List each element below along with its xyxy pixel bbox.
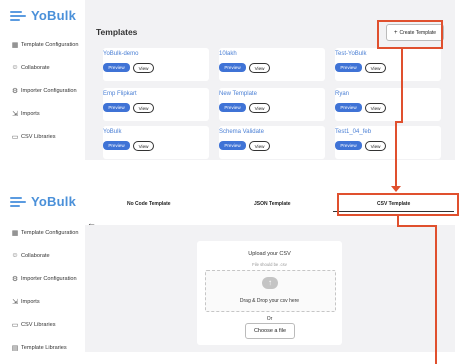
grid-icon: ▦	[11, 42, 19, 49]
sidebar-item-template-configuration[interactable]: ▦ Template Configuration	[11, 229, 79, 237]
view-button[interactable]: View	[249, 103, 270, 113]
template-card: Ryan Preview View	[335, 88, 441, 121]
preview-button[interactable]: Preview	[219, 103, 246, 112]
upload-arrow-icon: ↑	[268, 278, 272, 287]
arrow-head-icon	[391, 186, 401, 192]
template-name[interactable]: 10lakh	[219, 51, 237, 57]
template-name[interactable]: Emp Flipkart	[103, 91, 137, 97]
preview-button[interactable]: Preview	[335, 63, 362, 72]
library-icon: ▤	[11, 345, 19, 352]
sidebar-item-label: Template Libraries	[21, 345, 67, 351]
sidebar-item-importer-configuration[interactable]: ⚙ Importer Configuration	[11, 87, 77, 95]
page-title: Templates	[96, 27, 138, 37]
template-card: YoBulk Preview View	[103, 126, 209, 159]
template-card: Test-YoBulk Preview View	[335, 48, 441, 81]
preview-button[interactable]: Preview	[219, 141, 246, 150]
sidebar-item-csv-libraries[interactable]: ▭ CSV Libraries	[11, 133, 56, 141]
sidebar-item-imports[interactable]: ⇲ Imports	[11, 110, 40, 118]
folder-icon: ▭	[11, 322, 19, 329]
connector-line	[401, 49, 403, 122]
users-icon: ☺	[11, 252, 19, 259]
template-name[interactable]: Ryan	[335, 91, 349, 97]
grid-icon: ▦	[11, 230, 19, 237]
template-card: 10lakh Preview View	[219, 48, 325, 81]
view-button[interactable]: View	[133, 141, 154, 151]
brand-name: YoBulk	[31, 8, 77, 23]
sidebar-item-csv-libraries[interactable]: ▭ CSV Libraries	[11, 321, 56, 329]
connector-line	[397, 225, 437, 227]
logo-mark-icon	[10, 196, 28, 208]
upload-subtitle: File should be .csv	[252, 262, 287, 267]
template-name[interactable]: Schema Validate	[219, 129, 264, 135]
connector-line	[395, 121, 397, 189]
view-button[interactable]: View	[249, 141, 270, 151]
template-name[interactable]: Test1_04_feb	[335, 129, 371, 135]
template-card: New Template Preview View	[219, 88, 325, 121]
view-button[interactable]: View	[365, 63, 386, 73]
import-icon: ⇲	[12, 111, 18, 118]
template-name[interactable]: YoBulk	[103, 129, 121, 135]
brand-name: YoBulk	[31, 194, 77, 209]
preview-button[interactable]: Preview	[335, 141, 362, 150]
tab-no-code-template[interactable]: No Code Template	[127, 201, 171, 207]
sidebar-item-label: Importer Configuration	[21, 88, 77, 94]
csv-template-highlight	[337, 193, 459, 216]
brand-logo[interactable]: YoBulk	[10, 8, 76, 23]
preview-button[interactable]: Preview	[219, 63, 246, 72]
sidebar-item-template-configuration[interactable]: ▦ Template Configuration	[11, 41, 79, 49]
preview-button[interactable]: Preview	[103, 103, 130, 112]
tab-json-template[interactable]: JSON Template	[254, 201, 291, 207]
view-button[interactable]: View	[249, 63, 270, 73]
upload-title: Upload your CSV	[248, 251, 291, 257]
sidebar-item-label: Template Configuration	[21, 42, 79, 48]
drop-text: Drag & Drop your csv here	[239, 298, 300, 304]
import-icon: ⇲	[12, 299, 18, 306]
template-card: Emp Flipkart Preview View	[103, 88, 209, 121]
sidebar-item-label: Template Configuration	[21, 230, 79, 236]
sidebar-item-imports[interactable]: ⇲ Imports	[11, 298, 40, 306]
brand-logo[interactable]: YoBulk	[10, 194, 76, 209]
gear-icon: ⚙	[11, 88, 19, 95]
preview-button[interactable]: Preview	[103, 141, 130, 150]
template-name[interactable]: New Template	[219, 91, 257, 97]
view-button[interactable]: View	[133, 63, 154, 73]
preview-button[interactable]: Preview	[103, 63, 130, 72]
sidebar-item-label: Importer Configuration	[21, 276, 77, 282]
view-button[interactable]: View	[365, 141, 386, 151]
view-button[interactable]: View	[365, 103, 386, 113]
view-button[interactable]: View	[133, 103, 154, 113]
sidebar-item-label: Imports	[21, 111, 40, 117]
logo-mark-icon	[10, 10, 28, 22]
preview-button[interactable]: Preview	[335, 103, 362, 112]
folder-icon: ▭	[11, 134, 19, 141]
sidebar-item-template-libraries[interactable]: ▤ Template Libraries	[11, 344, 67, 352]
gear-icon: ⚙	[11, 276, 19, 283]
choose-file-button[interactable]: Choose a file	[245, 323, 295, 339]
create-template-highlight	[377, 20, 443, 49]
sidebar-item-label: Collaborate	[21, 252, 50, 259]
template-name[interactable]: Test-YoBulk	[335, 51, 366, 57]
sidebar-item-label: CSV Libraries	[21, 322, 56, 328]
template-card: Schema Validate Preview View	[219, 126, 325, 159]
users-icon: ☺	[11, 64, 19, 71]
template-name[interactable]: YoBulk-demo	[103, 51, 138, 57]
sidebar-item-collaborate[interactable]: ☺ Collaborate	[11, 252, 50, 259]
template-card: YoBulk-demo Preview View	[103, 48, 209, 81]
sidebar-item-label: Imports	[21, 299, 40, 305]
sidebar-item-collaborate[interactable]: ☺ Collaborate	[11, 64, 50, 71]
connector-line	[435, 225, 437, 364]
sidebar-item-label: CSV Libraries	[21, 134, 56, 140]
template-card: Test1_04_feb Preview View	[335, 126, 441, 159]
or-divider-text: Or	[266, 316, 273, 322]
sidebar-item-label: Collaborate	[21, 64, 50, 71]
sidebar-item-importer-configuration[interactable]: ⚙ Importer Configuration	[11, 275, 77, 283]
